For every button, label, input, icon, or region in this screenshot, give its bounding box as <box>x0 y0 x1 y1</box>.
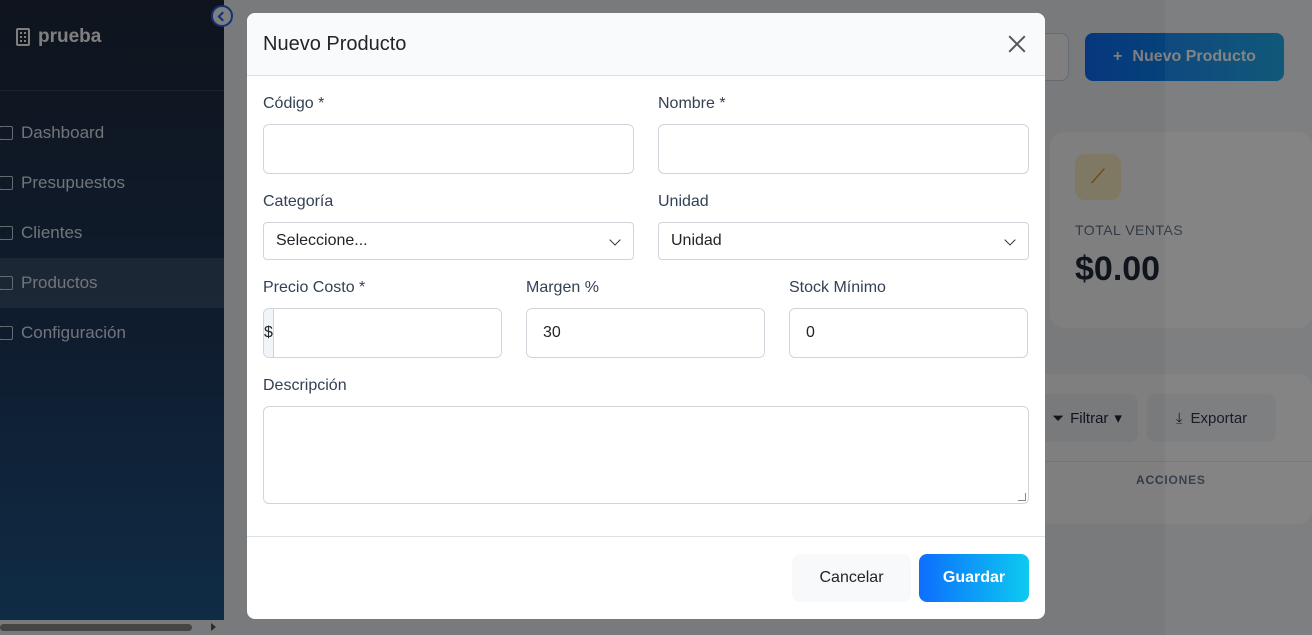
categoria-label: Categoría <box>263 193 334 210</box>
unidad-label: Unidad <box>658 193 709 210</box>
precio-costo-group: $ <box>263 308 502 358</box>
save-button[interactable]: Guardar <box>919 554 1029 602</box>
nombre-field[interactable] <box>658 124 1029 174</box>
descripcion-label: Descripción <box>263 377 347 394</box>
backdrop-strip <box>1165 0 1312 635</box>
stock-minimo-label: Stock Mínimo <box>789 279 886 296</box>
stock-minimo-field[interactable] <box>789 308 1028 358</box>
precio-costo-label: Precio Costo * <box>263 279 366 296</box>
codigo-field[interactable] <box>263 124 634 174</box>
modal-footer: Cancelar Guardar <box>247 536 1045 619</box>
precio-costo-field[interactable] <box>273 309 501 357</box>
margen-field[interactable] <box>527 309 764 357</box>
modal-title: Nuevo Producto <box>263 32 407 55</box>
chevron-down-icon <box>1004 234 1016 246</box>
unidad-selected-value: Unidad <box>671 232 722 249</box>
new-product-modal: Nuevo Producto Código * Nombre * Categor… <box>247 13 1045 619</box>
modal-header: Nuevo Producto <box>247 13 1045 76</box>
resize-handle-icon[interactable] <box>1018 493 1026 501</box>
chevron-down-icon <box>609 234 621 246</box>
descripcion-textarea[interactable] <box>263 406 1029 504</box>
categoria-select[interactable]: Seleccione... <box>263 222 634 260</box>
currency-addon: $ <box>264 309 274 357</box>
unidad-select[interactable]: Unidad <box>658 222 1029 260</box>
nombre-label: Nombre * <box>658 95 726 112</box>
close-icon[interactable] <box>1005 32 1029 56</box>
margen-group: % <box>526 308 765 358</box>
categoria-selected-value: Seleccione... <box>276 232 368 249</box>
cancel-button[interactable]: Cancelar <box>792 554 911 602</box>
codigo-label: Código * <box>263 95 325 112</box>
margen-label: Margen % <box>526 279 599 296</box>
